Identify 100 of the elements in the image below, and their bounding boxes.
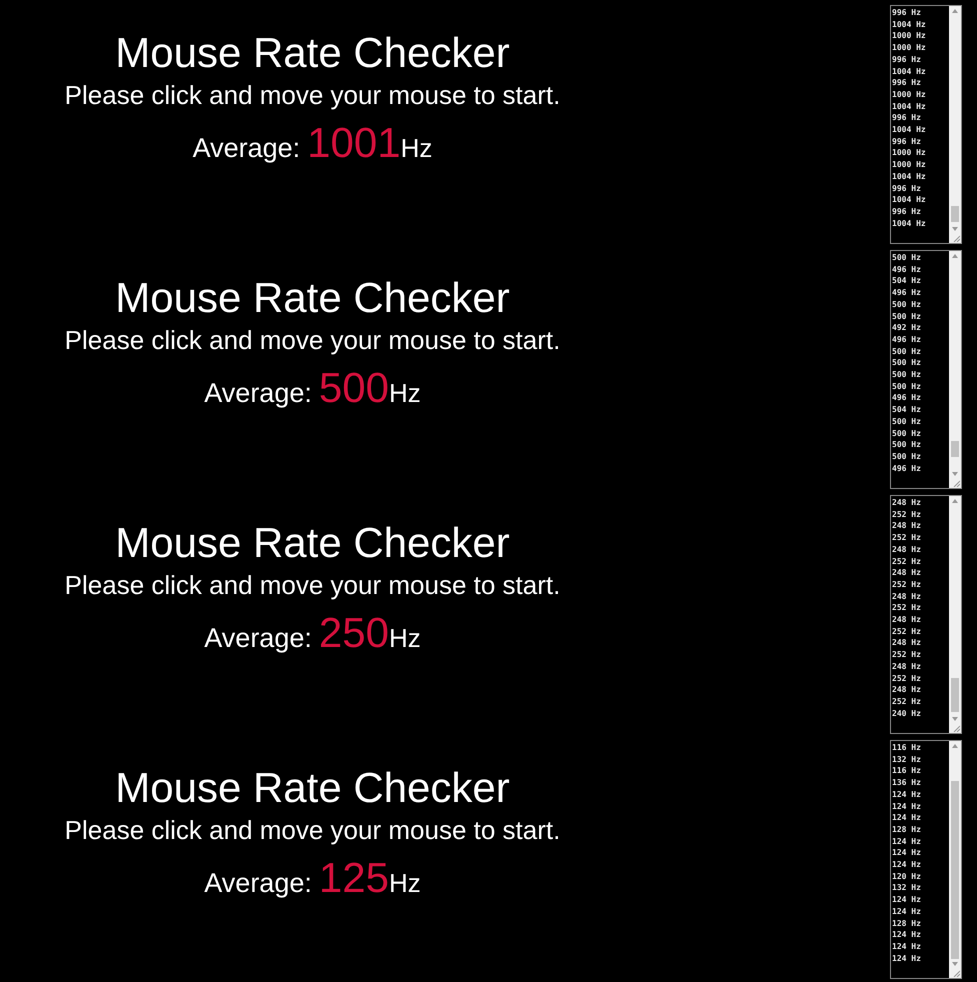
log-line: 500 Hz [892,310,921,322]
log-line: 128 Hz [892,824,921,836]
log-line: 248 Hz [892,590,921,602]
scroll-down-icon[interactable] [952,472,958,476]
log-line: 1004 Hz [892,218,926,230]
unit-label: Hz [388,867,421,900]
log-line: 500 Hz [892,380,921,392]
log-line: 1000 Hz [892,147,926,160]
log-line: 1004 Hz [892,100,926,112]
scroll-thumb[interactable] [951,678,959,712]
log-line: 252 Hz [892,649,921,661]
log-line: 1004 Hz [892,170,926,183]
log-line: 504 Hz [892,275,921,288]
resize-grip-icon[interactable] [953,480,960,487]
scroll-thumb[interactable] [951,781,959,959]
log-textarea[interactable]: 248 Hz 252 Hz 248 Hz 252 Hz 248 Hz 252 Hz 248 Hz 252 Hz 248 Hz 252 Hz 248 Hz 252 Hz 248 Hz 252 Hz 248 Hz 252 Hz 248 Hz 252 Hz 240 Hz [890,495,962,734]
log-line: 252 Hz [892,602,921,614]
log-line: 252 Hz [892,696,921,708]
log-line: 996 Hz [892,136,921,148]
average-label: Average: [204,867,312,900]
log-line: 248 Hz [892,660,921,673]
log-line: 500 Hz [892,252,921,264]
scrollbar[interactable] [949,6,961,243]
scroll-down-icon[interactable] [952,227,958,231]
log-line: 500 Hz [892,369,921,381]
scrollbar[interactable] [949,496,961,733]
resize-grip-icon[interactable] [953,235,960,242]
log-line: 124 Hz [892,929,921,941]
instruction-text: Please click and move your mouse to start. [64,815,560,845]
log-line: 996 Hz [892,77,921,89]
log-line: 252 Hz [892,672,921,684]
log-line: 500 Hz [892,450,921,463]
log-line: 500 Hz [892,357,921,370]
resize-grip-icon[interactable] [953,970,960,977]
scroll-thumb[interactable] [951,441,959,457]
unit-label: Hz [400,132,432,165]
scrollbar[interactable] [949,741,961,978]
log-line: 132 Hz [892,882,921,894]
average-label: Average: [204,622,312,655]
log-line: 248 Hz [892,567,921,579]
page-title: Mouse Rate Checker [115,273,510,323]
resize-grip-icon[interactable] [953,725,960,732]
log-line: 120 Hz [892,870,921,882]
log-line: 248 Hz [892,544,921,556]
log-textarea[interactable]: 996 Hz 1004 Hz 1000 Hz 1000 Hz 996 Hz 1004 Hz 996 Hz 1000 Hz 1004 Hz 996 Hz 1004 Hz 996 Hz 1000 Hz 1000 Hz 1004 Hz 996 Hz 1004 Hz 996 Hz 1004 Hz [890,5,962,244]
log-line: 996 Hz [892,206,921,218]
log-line: 1000 Hz [892,159,926,171]
log-line: 1000 Hz [892,88,926,101]
log-line: 1000 Hz [892,42,926,54]
page-title: Mouse Rate Checker [115,518,510,568]
log-line: 496 Hz [892,334,921,346]
log-line: 500 Hz [892,428,921,440]
log-line: 996 Hz [892,112,921,124]
log-line: 124 Hz [892,836,921,848]
instruction-text: Please click and move your mouse to start. [64,325,560,355]
scroll-down-icon[interactable] [952,717,958,721]
log-line: 124 Hz [892,940,921,953]
log-line: 996 Hz [892,7,921,19]
log-line: 124 Hz [892,800,921,812]
log-textarea[interactable]: 116 Hz 132 Hz 116 Hz 136 Hz 124 Hz 124 Hz 124 Hz 128 Hz 124 Hz 124 Hz 124 Hz 120 Hz 132 Hz 124 Hz 124 Hz 128 Hz 124 Hz 124 Hz 124 Hz [890,740,962,979]
log-line: 128 Hz [892,918,921,930]
log-line: 124 Hz [892,859,921,871]
instruction-text: Please click and move your mouse to start. [64,80,560,110]
log-line: 248 Hz [892,614,921,626]
log-line: 996 Hz [892,182,921,194]
scrollbar[interactable] [949,251,961,488]
log-line: 136 Hz [892,777,921,789]
log-line: 252 Hz [892,626,921,638]
unit-label: Hz [388,377,421,410]
log-line: 500 Hz [892,298,921,311]
unit-label: Hz [388,622,421,655]
log-line: 124 Hz [892,906,921,918]
average-value: 500 [318,363,389,413]
log-line: 1004 Hz [892,194,926,206]
log-line: 248 Hz [892,497,921,509]
log-line: 504 Hz [892,404,921,416]
page-title: Mouse Rate Checker [115,28,510,78]
scroll-up-icon[interactable] [952,9,958,13]
average-value: 1001 [307,118,401,168]
log-line: 500 Hz [892,439,921,451]
scroll-thumb[interactable] [951,206,959,222]
scroll-down-icon[interactable] [952,962,958,966]
log-line: 1004 Hz [892,66,926,78]
log-textarea[interactable]: 500 Hz 496 Hz 504 Hz 496 Hz 500 Hz 500 Hz 492 Hz 496 Hz 500 Hz 500 Hz 500 Hz 500 Hz 496 Hz 504 Hz 500 Hz 500 Hz 500 Hz 500 Hz 496 Hz [890,250,962,489]
log-line: 1000 Hz [892,30,926,42]
log-line: 124 Hz [892,952,921,964]
log-line: 252 Hz [892,532,921,544]
log-line: 496 Hz [892,462,921,474]
log-line: 500 Hz [892,346,921,358]
log-line: 240 Hz [892,708,921,720]
log-line: 492 Hz [892,322,921,334]
scroll-up-icon[interactable] [952,254,958,258]
log-line: 1004 Hz [892,124,926,136]
scroll-up-icon[interactable] [952,744,958,748]
log-line: 124 Hz [892,788,921,801]
log-line: 252 Hz [892,556,921,568]
scroll-up-icon[interactable] [952,499,958,503]
log-line: 996 Hz [892,54,921,66]
instruction-text: Please click and move your mouse to start. [64,570,560,600]
log-line: 252 Hz [892,508,921,520]
